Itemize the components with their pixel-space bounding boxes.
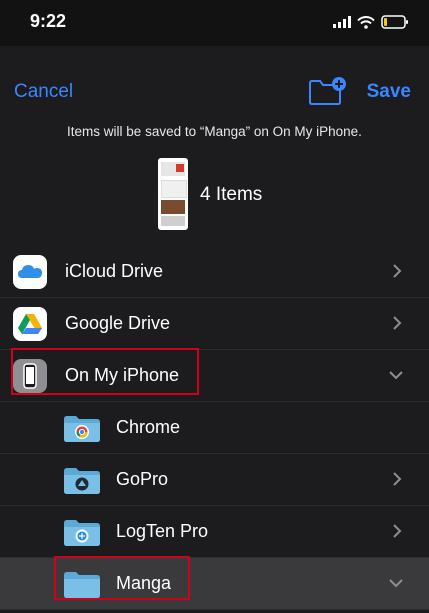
folder-label: GoPro — [116, 469, 169, 489]
gopro-folder-icon — [64, 468, 100, 494]
save-sheet-header — [0, 46, 429, 260]
chevron-right-icon — [393, 264, 402, 278]
status-icons — [333, 14, 409, 30]
folder-label: Chrome — [116, 417, 181, 437]
highlight-manga — [54, 556, 190, 600]
chevron-right-icon — [393, 472, 402, 486]
chevron-right-icon — [393, 524, 402, 538]
battery-icon — [381, 15, 408, 29]
new-folder-button[interactable] — [308, 76, 346, 106]
icloud-icon — [13, 255, 47, 289]
location-label: iCloud Drive — [65, 261, 164, 281]
highlight-on-my-iphone — [11, 348, 199, 395]
chevron-right-icon — [393, 316, 402, 330]
location-google-drive[interactable]: Google Drive — [0, 298, 429, 350]
folder-gopro[interactable]: GoPro — [0, 454, 429, 506]
signal-icon — [333, 16, 351, 28]
save-destination-info: Items will be saved to “Manga” on On My … — [67, 124, 362, 139]
location-label: Google Drive — [65, 313, 171, 333]
status-time: 9:22 — [30, 11, 67, 31]
folder-logten-pro[interactable]: LogTen Pro — [0, 506, 429, 558]
folder-label: LogTen Pro — [116, 521, 209, 541]
wifi-icon — [357, 15, 375, 29]
cancel-button[interactable]: Cancel — [14, 81, 73, 103]
status-bar: 9:22 — [0, 0, 429, 46]
save-button[interactable]: Save — [367, 81, 411, 103]
items-count: 4 Items — [200, 184, 263, 205]
items-thumbnail — [158, 158, 188, 230]
logten-folder-icon — [64, 520, 100, 546]
chevron-down-icon — [389, 371, 403, 380]
new-folder-icon — [309, 77, 346, 105]
folder-chrome[interactable]: Chrome — [0, 402, 429, 454]
chrome-folder-icon — [64, 416, 100, 442]
google-drive-icon — [13, 307, 47, 341]
location-icloud-drive[interactable]: iCloud Drive — [0, 246, 429, 298]
chevron-down-icon — [389, 579, 403, 588]
